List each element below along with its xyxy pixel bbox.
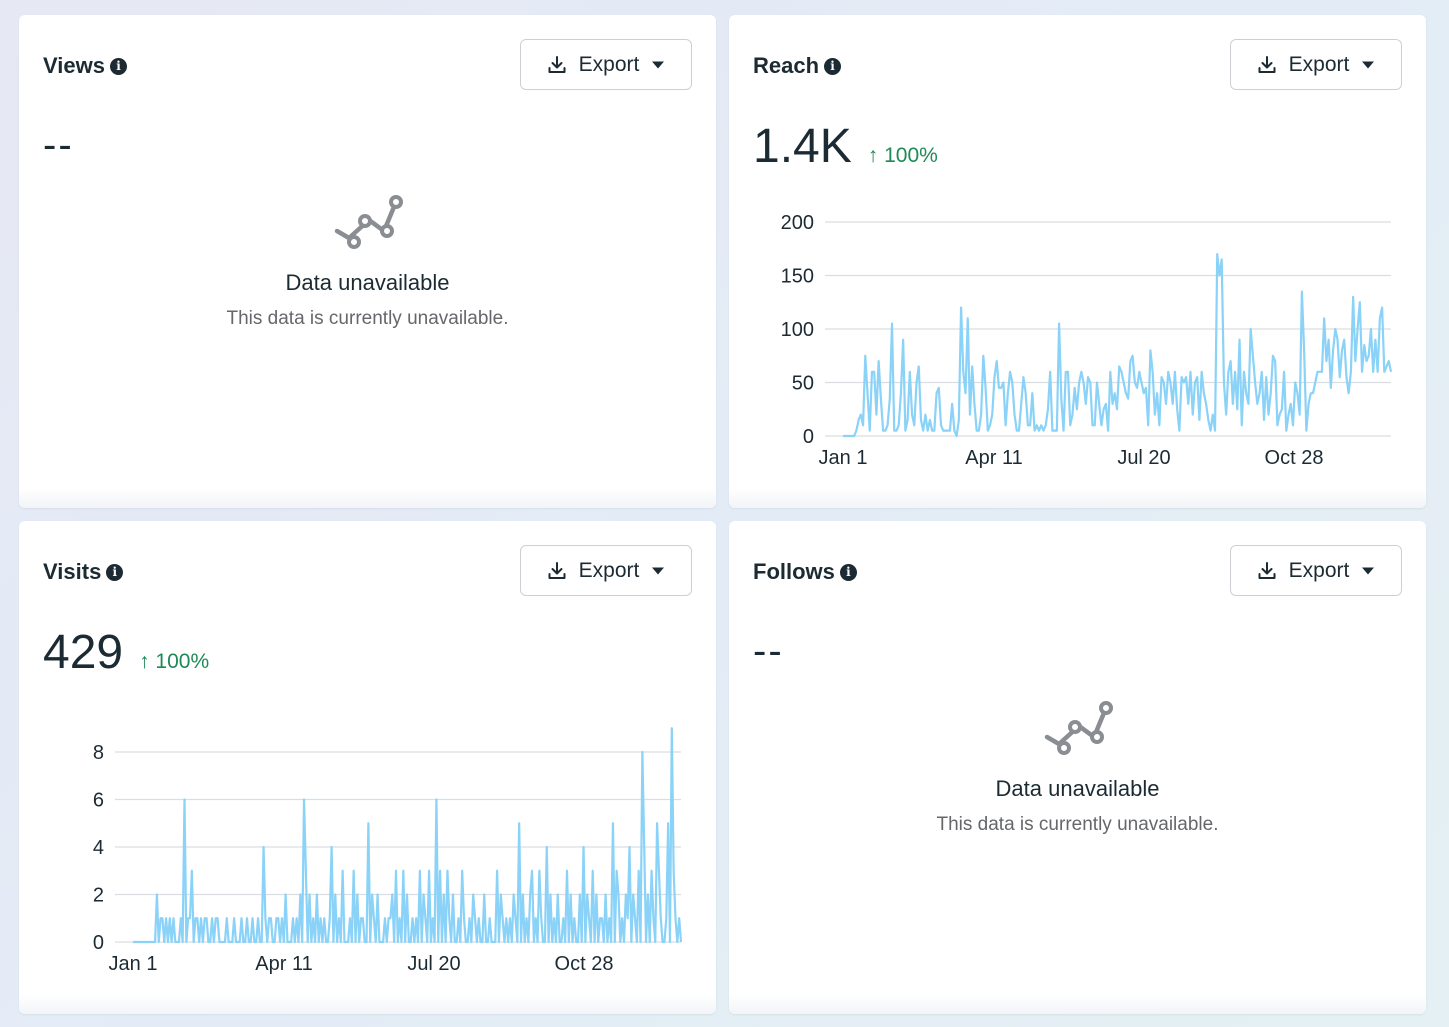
x-tick-label: Apr 11 [965, 447, 1022, 469]
export-label: Export [1288, 558, 1350, 582]
info-icon[interactable]: i [109, 57, 127, 75]
y-tick-label: 0 [803, 426, 814, 448]
y-tick-label: 200 [781, 212, 814, 234]
visits-line-chart: 0 2 4 6 8 Jan 1 Apr 11 Jul 20 Oct 28 [93, 727, 683, 975]
export-button[interactable]: Export [1230, 545, 1402, 596]
x-tick-label: Jul 20 [407, 953, 460, 975]
follows-title: Follows [753, 559, 835, 584]
y-tick-label: 2 [93, 885, 104, 907]
y-tick-label: 4 [93, 837, 104, 859]
metric-value: -- [753, 629, 784, 673]
x-tick-label: Oct 28 [1265, 447, 1324, 469]
y-tick-label: 0 [93, 932, 104, 954]
export-label: Export [578, 52, 640, 76]
card-footer [19, 488, 716, 508]
unavailable-text: This data is currently unavailable. [936, 814, 1219, 835]
card-title: Follows i [753, 559, 857, 585]
caret-down-icon [1362, 567, 1375, 574]
card-footer [729, 994, 1426, 1014]
export-button[interactable]: Export [520, 39, 692, 90]
card-footer [19, 994, 716, 1014]
metric-value: -- [43, 123, 74, 167]
unavailable-title: Data unavailable [995, 776, 1160, 801]
caret-down-icon [652, 61, 665, 68]
x-tick-label: Apr 11 [255, 953, 312, 975]
follows-card: Follows i Export -- Data unavailable Thi… [729, 521, 1426, 1014]
download-icon [548, 55, 566, 73]
info-icon[interactable]: i [839, 563, 857, 581]
unavailable-title: Data unavailable [285, 270, 450, 295]
x-tick-label: Jul 20 [1117, 447, 1170, 469]
card-footer [729, 488, 1426, 508]
y-tick-label: 6 [93, 790, 104, 812]
unavailable-text: This data is currently unavailable. [226, 308, 509, 329]
x-tick-label: Jan 1 [109, 953, 158, 975]
reach-card: Reach i Export 1.4K ↑ 100% 0 50 100 150 200 J… [729, 15, 1426, 508]
series-line [843, 253, 1393, 438]
reach-line-chart: 0 50 100 150 200 Jan 1 Apr 11 Jul 20 Oct 28 [781, 212, 1393, 469]
views-card: Views i Export -- Data unavailable This … [19, 15, 716, 508]
x-tick-label: Jan 1 [819, 447, 868, 469]
visits-card: Visits i Export 429 ↑ 100% 0 2 4 6 8 Jan 1 Apr… [19, 521, 716, 1014]
chart-unavailable-icon [1044, 701, 1113, 755]
download-icon [1258, 561, 1276, 579]
y-tick-label: 50 [792, 373, 814, 395]
data-unavailable-panel: Data unavailable This data is currently … [729, 699, 1426, 836]
y-tick-label: 150 [781, 266, 814, 288]
chart-unavailable-icon [334, 195, 403, 249]
data-unavailable-panel: Data unavailable This data is currently … [19, 193, 716, 330]
x-tick-label: Oct 28 [555, 953, 614, 975]
y-tick-label: 100 [781, 319, 814, 341]
series-line [133, 727, 683, 944]
y-tick-label: 8 [93, 742, 104, 764]
views-title: Views [43, 53, 105, 78]
card-title: Views i [43, 53, 127, 79]
